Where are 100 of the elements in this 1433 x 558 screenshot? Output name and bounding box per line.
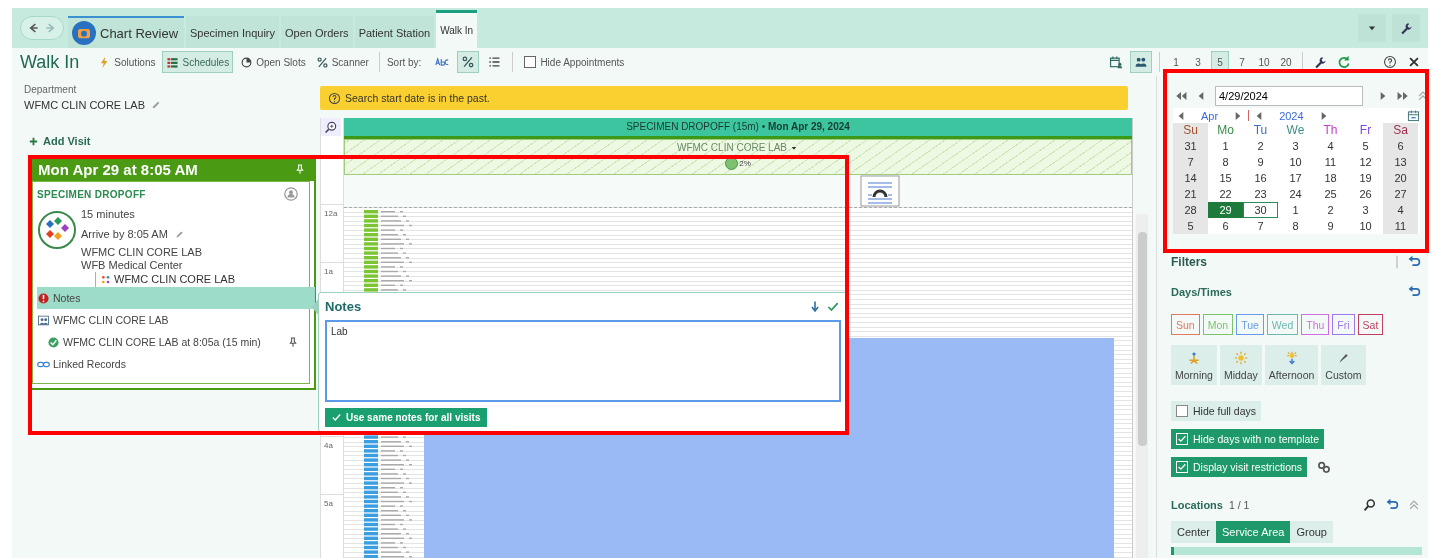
card-row[interactable]: WFMC CLIN CORE LAB	[37, 309, 309, 331]
hide-appointments-checkbox[interactable]: Hide Appointments	[524, 56, 625, 68]
calendar-day[interactable]: 16	[1243, 170, 1278, 186]
calendar-day[interactable]: 7	[1243, 218, 1278, 234]
calendar-day[interactable]: 11	[1383, 218, 1418, 234]
card-row[interactable]: Linked Records	[37, 353, 309, 375]
day-count-button[interactable]: 10	[1255, 51, 1273, 73]
calendar-day[interactable]: 22	[1208, 186, 1243, 202]
day-count-button[interactable]: 7	[1233, 51, 1251, 73]
calendar-day[interactable]: 19	[1348, 170, 1383, 186]
calendar-day[interactable]: 7	[1173, 154, 1208, 170]
calendar-day[interactable]: 1	[1278, 202, 1313, 218]
toolbar-button[interactable]: Schedules	[162, 51, 234, 73]
calendar-day[interactable]: 10	[1278, 154, 1313, 170]
page-title: Walk In	[20, 51, 80, 73]
calendar-day[interactable]: 12	[1348, 154, 1383, 170]
calendar-day[interactable]: 9	[1313, 218, 1348, 234]
zoom-button[interactable]	[321, 118, 341, 136]
row-label: Notes	[53, 292, 81, 304]
visit-duration: 15 minutes	[81, 207, 136, 222]
calendar-day[interactable]: 25	[1313, 186, 1348, 202]
calendar-day[interactable]: 5	[1348, 138, 1383, 154]
calendar-day[interactable]: 8	[1278, 218, 1313, 234]
row-label: Linked Records	[53, 358, 126, 370]
card-row[interactable]: WFMC CLIN CORE LAB at 8:05a (15 min)	[37, 331, 309, 353]
row-label: WFMC CLIN CORE LAB at 8:05a (15 min)	[63, 336, 261, 348]
check-icon	[1177, 462, 1187, 472]
calendar-day[interactable]: 6	[1208, 218, 1243, 234]
settings-button[interactable]	[1392, 14, 1420, 42]
day-count-button[interactable]: 20	[1277, 51, 1295, 73]
calendar-day[interactable]: 31	[1173, 138, 1208, 154]
time-filter-button[interactable]: Midday	[1219, 345, 1262, 385]
time-filter-button[interactable]: Afternoon	[1264, 345, 1319, 385]
time-filter-button[interactable]: Morning	[1171, 345, 1217, 385]
sort-percent-button[interactable]	[457, 51, 480, 73]
calendar-day[interactable]: 1	[1208, 138, 1243, 154]
year-link[interactable]: 2024	[1279, 109, 1304, 122]
calendar-day[interactable]: 10	[1348, 218, 1383, 234]
calendar-day[interactable]: 18	[1313, 170, 1348, 186]
weekday-label: Mo	[1217, 123, 1234, 137]
filter-checkbox[interactable]: Display visit restrictions	[1171, 457, 1308, 477]
calendar-day[interactable]: 6	[1383, 138, 1418, 154]
chevron-up-icon	[1407, 498, 1421, 512]
visit-time: Mon Apr 29 at 8:05 AM	[38, 160, 198, 178]
calendar-day[interactable]: 2	[1313, 202, 1348, 218]
calendar-day[interactable]: 17	[1278, 170, 1313, 186]
filter-checkbox[interactable]: Hide full days	[1171, 401, 1262, 421]
calendar-day[interactable]: 9	[1243, 154, 1278, 170]
calendar-day[interactable]: 27	[1383, 186, 1418, 202]
weekday-label: We	[1286, 123, 1305, 137]
calendar-day[interactable]: 5	[1173, 218, 1208, 234]
tab[interactable]: Walk In	[436, 10, 478, 48]
calendar-day[interactable]: 23	[1243, 186, 1278, 202]
toolbar-button[interactable]: Scanner	[312, 51, 372, 73]
calendar-day[interactable]: 21	[1173, 186, 1208, 202]
calendar-day[interactable]: 24	[1278, 186, 1313, 202]
add-visit-button[interactable]: Add Visit	[28, 135, 91, 147]
calendar-day[interactable]: 20	[1383, 170, 1418, 186]
calendar-day[interactable]: 11	[1313, 154, 1348, 170]
month-link[interactable]: Apr	[1201, 109, 1219, 122]
tab[interactable]: Patient Station	[354, 16, 435, 48]
calendar-day[interactable]: 28	[1173, 202, 1208, 218]
search-button[interactable]	[1362, 497, 1378, 513]
calendar-day[interactable]: 3	[1348, 202, 1383, 218]
card-row[interactable]: Notes	[37, 287, 315, 309]
toolbar-button[interactable]: Open Slots	[237, 51, 309, 73]
day-filter-button[interactable]: Sat	[1357, 314, 1384, 335]
tab[interactable]: Chart Review	[68, 16, 185, 48]
date-field[interactable]: 4/29/2024	[1215, 86, 1363, 106]
day-count-button[interactable]: 1	[1167, 51, 1185, 73]
people-button[interactable]	[1130, 51, 1152, 73]
calendar-day[interactable]: 8	[1208, 154, 1243, 170]
department-name: WFMC CLIN CORE LAB	[81, 246, 203, 259]
time-filter-button[interactable]: Custom	[1321, 345, 1366, 385]
camera-logo-icon	[72, 21, 96, 45]
tab[interactable]: Specimen Inquiry	[186, 16, 280, 48]
location-dropdown[interactable]: WFMC CLIN CORE LAB	[677, 142, 799, 153]
calendar-day[interactable]: 13	[1383, 154, 1418, 170]
calendar-day[interactable]: 30	[1243, 202, 1278, 218]
day-count-button[interactable]: 3	[1189, 51, 1207, 73]
schedule-header: SPECIMEN DROPOFF (15m) • Mon Apr 29, 2024	[344, 118, 1132, 139]
tab[interactable]: Open Orders	[281, 16, 353, 48]
location-mode-tab[interactable]: Group	[1290, 521, 1333, 543]
location-mode-tab[interactable]: Center	[1171, 521, 1217, 543]
scrollbar[interactable]	[1136, 214, 1148, 558]
toolbar-button[interactable]: Solutions	[95, 51, 159, 73]
calendar-day[interactable]: 2	[1243, 138, 1278, 154]
calendar-day[interactable]: 4	[1313, 138, 1348, 154]
section-title: Locations	[1171, 499, 1223, 511]
arrival-time: Arrive by 8:05 AM	[81, 227, 168, 242]
calendar-day[interactable]: 15	[1208, 170, 1243, 186]
notes-field[interactable]: Lab	[325, 320, 841, 402]
calendar-day[interactable]: 14	[1173, 170, 1208, 186]
calendar-day[interactable]: 3	[1278, 138, 1313, 154]
calendar-day[interactable]: 29	[1208, 202, 1243, 218]
location-mode-tab[interactable]: Service Area	[1216, 521, 1291, 543]
percent-icon	[315, 55, 329, 69]
calendar-day[interactable]: 4	[1383, 202, 1418, 218]
calendar-day[interactable]: 26	[1348, 186, 1383, 202]
filter-checkbox[interactable]: Hide days with no template	[1171, 429, 1325, 449]
